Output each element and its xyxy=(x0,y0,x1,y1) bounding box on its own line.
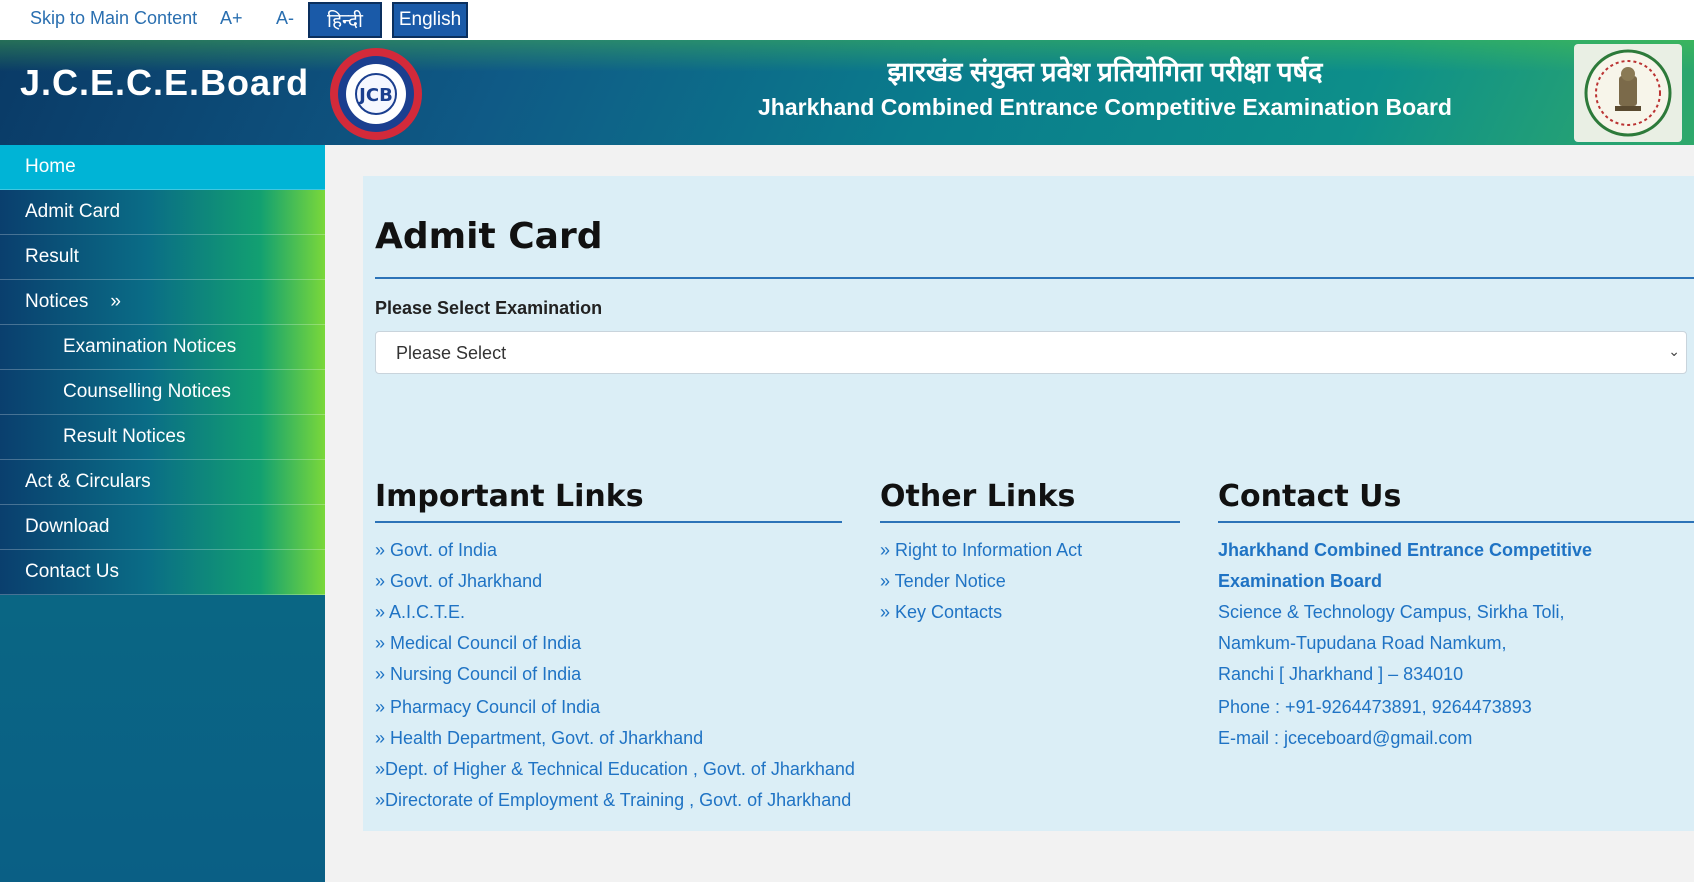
link-health-department[interactable]: » Health Department, Govt. of Jharkhand xyxy=(375,728,703,749)
contact-email[interactable]: E-mail : jceceboard@gmail.com xyxy=(1218,728,1472,749)
english-language-button[interactable]: English xyxy=(392,2,468,38)
submenu-arrow-icon: » xyxy=(110,291,121,312)
nav-label: Notices xyxy=(25,291,89,312)
contact-address-line3: Ranchi [ Jharkhand ] – 834010 xyxy=(1218,664,1464,684)
contact-title: Contact Us xyxy=(1218,479,1402,514)
nav-contact-us[interactable]: Contact Us xyxy=(0,550,325,595)
nav-label: Examination Notices xyxy=(63,336,237,357)
link-medical-council[interactable]: » Medical Council of India xyxy=(375,633,581,654)
state-emblem xyxy=(1574,44,1682,142)
jceceb-logo: JCB xyxy=(328,46,424,142)
contact-org-line1: Jharkhand Combined Entrance Competitive xyxy=(1218,540,1593,560)
link-tender-notice[interactable]: » Tender Notice xyxy=(880,571,1006,592)
contact-address-line1: Science & Technology Campus, Sirkha Toli… xyxy=(1218,602,1565,622)
chevron-down-icon: ⌄ xyxy=(1668,343,1680,359)
important-links-divider xyxy=(375,521,842,523)
link-govt-jharkhand[interactable]: » Govt. of Jharkhand xyxy=(375,571,542,592)
other-links-divider xyxy=(880,521,1180,523)
logo-text: JCB xyxy=(357,85,393,106)
contact-divider xyxy=(1218,521,1694,523)
nav-label: Result xyxy=(25,246,79,267)
increase-font-button[interactable]: A+ xyxy=(220,8,243,29)
link-pharmacy-council[interactable]: » Pharmacy Council of India xyxy=(375,697,600,718)
link-key-contacts[interactable]: » Key Contacts xyxy=(880,602,1002,623)
page-title: Admit Card xyxy=(375,216,603,257)
nav-label: Home xyxy=(25,156,76,177)
link-rti-act[interactable]: » Right to Information Act xyxy=(880,540,1082,561)
main-content: Admit Card Please Select Examination Ple… xyxy=(363,176,1694,831)
title-divider xyxy=(375,277,1694,279)
nav-label: Download xyxy=(25,516,110,537)
header-title-english: Jharkhand Combined Entrance Competitive … xyxy=(758,94,1452,120)
decrease-font-button[interactable]: A- xyxy=(276,8,294,29)
other-links-title: Other Links xyxy=(880,479,1076,514)
nav-label: Counselling Notices xyxy=(63,381,231,402)
link-aicte[interactable]: » A.I.C.T.E. xyxy=(375,602,465,623)
hindi-language-button[interactable]: हिन्दी xyxy=(308,2,382,38)
contact-address-line2: Namkum-Tupudana Road Namkum, xyxy=(1218,633,1507,653)
nav-label: Result Notices xyxy=(63,426,186,447)
contact-org-line2: Examination Board xyxy=(1218,571,1383,591)
exam-select-value: Please Select xyxy=(396,343,507,363)
nav-label: Admit Card xyxy=(25,201,121,222)
link-higher-technical-education[interactable]: »Dept. of Higher & Technical Education ,… xyxy=(375,759,855,780)
nav-examination-notices[interactable]: Examination Notices xyxy=(0,325,325,370)
nav-counselling-notices[interactable]: Counselling Notices xyxy=(0,370,325,415)
skip-to-content-link[interactable]: Skip to Main Content xyxy=(30,8,197,29)
nav-download[interactable]: Download xyxy=(0,505,325,550)
brand-name[interactable]: J.C.E.C.E.Board xyxy=(20,62,309,104)
exam-select-label: Please Select Examination xyxy=(375,298,603,318)
header-title-hindi: झारखंड संयुक्त प्रवेश प्रतियोगिता परीक्ष… xyxy=(887,57,1323,87)
nav-admit-card[interactable]: Admit Card xyxy=(0,190,325,235)
contact-phone: Phone : +91-9264473891, 9264473893 xyxy=(1218,697,1532,717)
link-employment-training[interactable]: »Directorate of Employment & Training , … xyxy=(375,790,851,811)
nav-act-circulars[interactable]: Act & Circulars xyxy=(0,460,325,505)
nav-label: Contact Us xyxy=(25,561,119,582)
nav-result[interactable]: Result xyxy=(0,235,325,280)
exam-select[interactable]: Please Select ⌄ xyxy=(375,331,1687,374)
nav-result-notices[interactable]: Result Notices xyxy=(0,415,325,460)
link-govt-india[interactable]: » Govt. of India xyxy=(375,540,497,561)
nav-home[interactable]: Home xyxy=(0,145,325,190)
sidebar: Home Admit Card Result Notices » Examina… xyxy=(0,145,325,882)
site-header: J.C.E.C.E.Board JCB झारखंड संयुक्त प्रवे… xyxy=(0,40,1694,145)
important-links-title: Important Links xyxy=(375,479,644,514)
top-utility-bar: Skip to Main Content A+ A- हिन्दी Englis… xyxy=(0,0,1694,40)
link-nursing-council[interactable]: » Nursing Council of India xyxy=(375,664,581,685)
nav-label: Act & Circulars xyxy=(25,471,151,492)
nav-notices[interactable]: Notices » xyxy=(0,280,325,325)
